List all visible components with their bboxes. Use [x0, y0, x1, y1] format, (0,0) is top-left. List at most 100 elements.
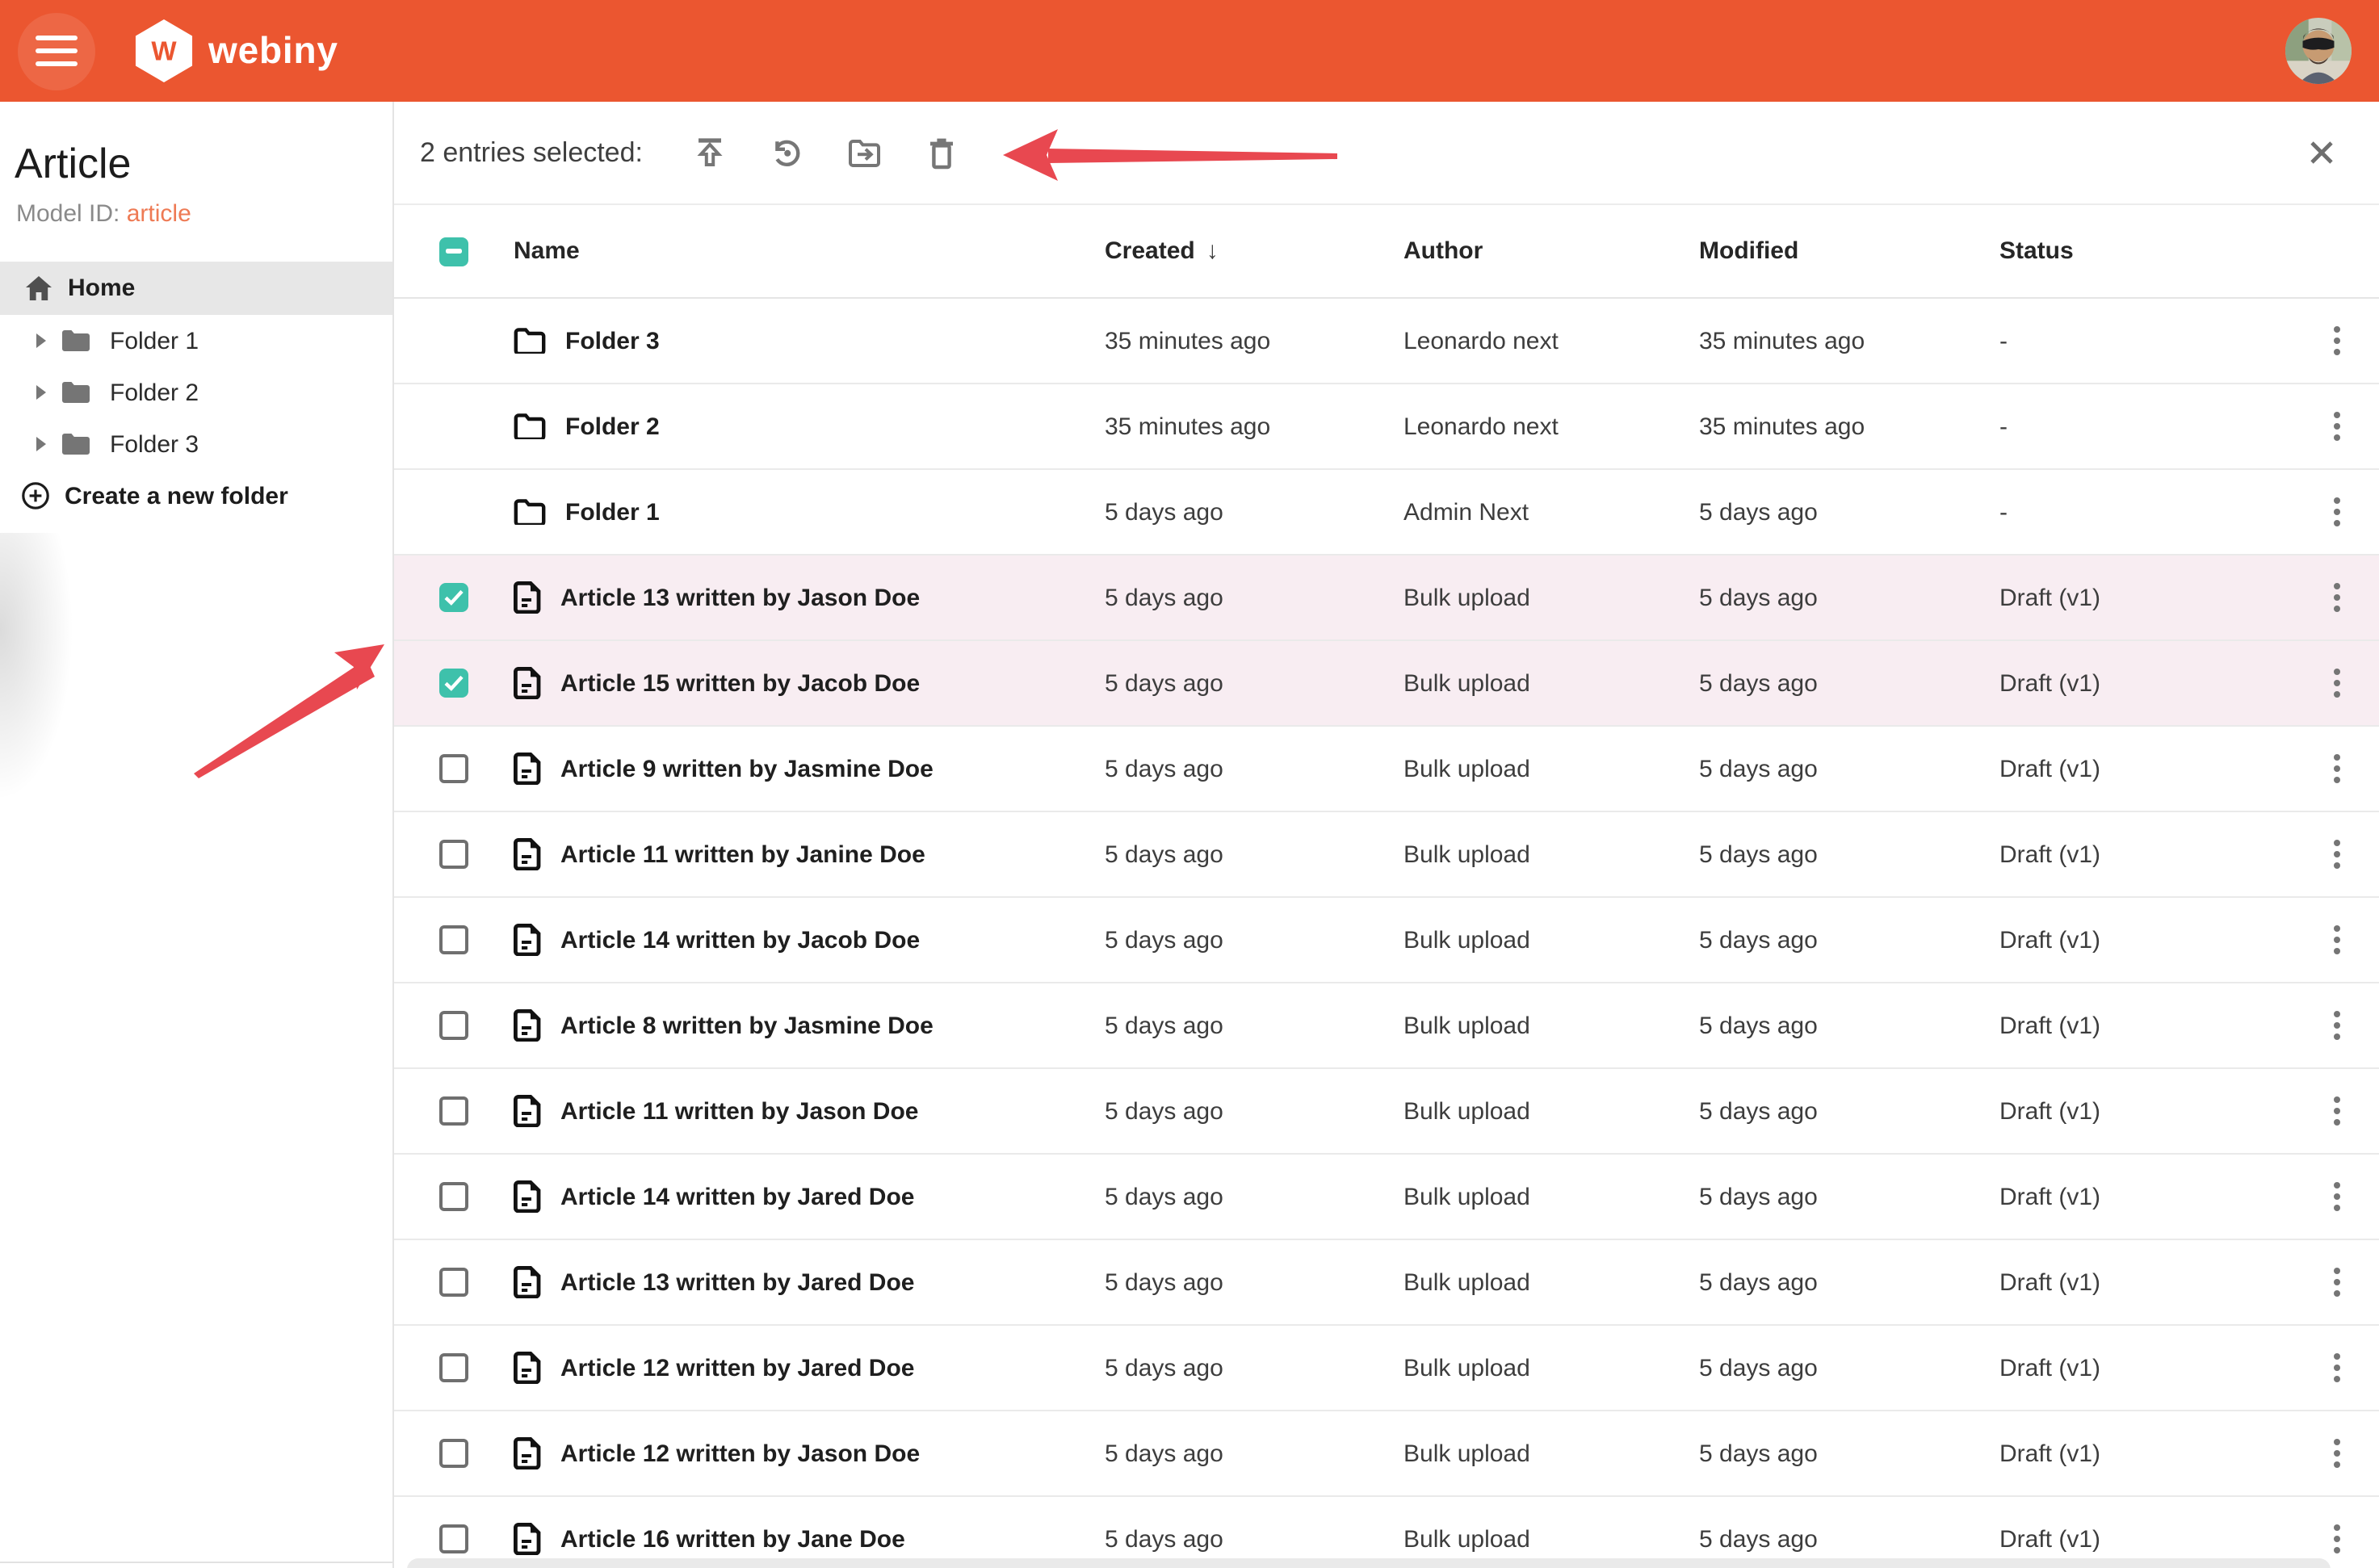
- created-cell: 35 minutes ago: [1105, 327, 1403, 354]
- table-row[interactable]: Folder 2 35 minutes ago Leonardo next 35…: [394, 384, 2379, 470]
- table-row[interactable]: Article 14 written by Jacob Doe 5 days a…: [394, 898, 2379, 983]
- model-id-value: article: [127, 200, 191, 228]
- entry-name: Article 16 written by Jane Doe: [560, 1525, 905, 1553]
- author-cell: Bulk upload: [1403, 755, 1699, 782]
- kebab-menu-icon[interactable]: [2312, 1001, 2360, 1050]
- kebab-menu-icon[interactable]: [2312, 1258, 2360, 1306]
- sidebar-folder-item[interactable]: Folder 3: [0, 418, 392, 470]
- document-icon: [514, 924, 541, 956]
- kebab-menu-icon[interactable]: [2312, 1172, 2360, 1221]
- table-row[interactable]: Article 11 written by Janine Doe 5 days …: [394, 812, 2379, 898]
- folder-label: Folder 1: [110, 327, 199, 354]
- row-checkbox[interactable]: [439, 1011, 468, 1040]
- table-row[interactable]: Article 12 written by Jared Doe 5 days a…: [394, 1326, 2379, 1411]
- kebab-menu-icon[interactable]: [2312, 488, 2360, 536]
- author-cell: Admin Next: [1403, 498, 1699, 526]
- close-selection-button[interactable]: [2297, 128, 2345, 176]
- indeterminate-icon: [446, 249, 462, 254]
- unpublish-button[interactable]: [762, 128, 812, 178]
- user-avatar[interactable]: [2285, 18, 2352, 84]
- author-cell: Bulk upload: [1403, 1525, 1699, 1553]
- kebab-menu-icon[interactable]: [2312, 402, 2360, 451]
- table-row[interactable]: Folder 3 35 minutes ago Leonardo next 35…: [394, 299, 2379, 384]
- kebab-menu-icon[interactable]: [2312, 916, 2360, 964]
- kebab-menu-icon[interactable]: [2312, 744, 2360, 793]
- row-checkbox[interactable]: [439, 840, 468, 869]
- table-row[interactable]: Article 16 written by Jane Doe 5 days ag…: [394, 1497, 2379, 1568]
- chevron-right-icon[interactable]: [36, 436, 48, 452]
- author-cell: Bulk upload: [1403, 1183, 1699, 1210]
- chevron-right-icon[interactable]: [36, 333, 48, 349]
- selection-count-text: 2 entries selected:: [420, 136, 643, 169]
- hamburger-menu-button[interactable]: [18, 12, 95, 90]
- move-to-folder-button[interactable]: [840, 128, 890, 178]
- row-checkbox[interactable]: [439, 669, 468, 698]
- kebab-menu-icon[interactable]: [2312, 1087, 2360, 1135]
- row-checkbox[interactable]: [439, 1268, 468, 1297]
- column-header-author[interactable]: Author: [1403, 237, 1699, 265]
- top-app-bar: W webiny: [0, 0, 2379, 102]
- row-checkbox[interactable]: [439, 1182, 468, 1211]
- row-checkbox[interactable]: [439, 1524, 468, 1553]
- modified-cell: 5 days ago: [1699, 1012, 1999, 1039]
- table-row[interactable]: Article 9 written by Jasmine Doe 5 days …: [394, 727, 2379, 812]
- close-icon: [2309, 140, 2333, 164]
- table-row[interactable]: Article 8 written by Jasmine Doe 5 days …: [394, 983, 2379, 1069]
- row-checkbox[interactable]: [439, 1439, 468, 1468]
- brand-wordmark: webiny: [208, 29, 338, 73]
- entry-name: Article 8 written by Jasmine Doe: [560, 1012, 934, 1039]
- svg-text:W: W: [151, 37, 177, 67]
- table-row[interactable]: Article 14 written by Jared Doe 5 days a…: [394, 1155, 2379, 1240]
- create-folder-button[interactable]: Create a new folder: [0, 481, 392, 510]
- kebab-menu-icon[interactable]: [2312, 1429, 2360, 1478]
- sidebar-folder-item[interactable]: Folder 2: [0, 367, 392, 418]
- sidebar-folder-item[interactable]: Folder 1: [0, 315, 392, 367]
- row-checkbox[interactable]: [439, 925, 468, 954]
- chevron-right-icon[interactable]: [36, 384, 48, 400]
- column-header-status[interactable]: Status: [1999, 237, 2290, 265]
- author-cell: Bulk upload: [1403, 926, 1699, 954]
- status-cell: Draft (v1): [1999, 1440, 2290, 1467]
- created-cell: 5 days ago: [1105, 1268, 1403, 1296]
- folder-label: Folder 3: [110, 430, 199, 458]
- publish-button[interactable]: [685, 128, 735, 178]
- kebab-menu-icon[interactable]: [2312, 573, 2360, 622]
- sidebar-item-home[interactable]: Home: [0, 262, 392, 315]
- folder-tree: Home Folder 1 Folder 2 Folder 3: [0, 262, 392, 470]
- table-row[interactable]: Article 13 written by Jared Doe 5 days a…: [394, 1240, 2379, 1326]
- select-all-checkbox[interactable]: [439, 237, 468, 266]
- document-icon: [514, 1180, 541, 1213]
- kebab-menu-icon[interactable]: [2312, 1515, 2360, 1563]
- row-checkbox[interactable]: [439, 1096, 468, 1126]
- kebab-menu-icon[interactable]: [2312, 317, 2360, 365]
- created-cell: 5 days ago: [1105, 926, 1403, 954]
- entry-name: Folder 2: [565, 413, 660, 440]
- delete-button[interactable]: [917, 128, 967, 178]
- row-checkbox[interactable]: [439, 1353, 468, 1382]
- entry-name: Article 11 written by Janine Doe: [560, 841, 925, 868]
- table-row[interactable]: Article 11 written by Jason Doe 5 days a…: [394, 1069, 2379, 1155]
- entry-name: Article 14 written by Jacob Doe: [560, 926, 920, 954]
- created-cell: 5 days ago: [1105, 669, 1403, 697]
- column-header-name[interactable]: Name: [514, 237, 1105, 265]
- kebab-menu-icon[interactable]: [2312, 659, 2360, 707]
- entries-panel: 2 entries selected:: [394, 102, 2379, 1568]
- document-icon: [514, 667, 541, 699]
- modified-cell: 5 days ago: [1699, 498, 1999, 526]
- author-cell: Bulk upload: [1403, 1268, 1699, 1296]
- row-checkbox[interactable]: [439, 754, 468, 783]
- column-header-modified[interactable]: Modified: [1699, 237, 1999, 265]
- column-header-created[interactable]: Created ↓: [1105, 237, 1403, 265]
- created-cell: 5 days ago: [1105, 1440, 1403, 1467]
- table-row[interactable]: Article 12 written by Jason Doe 5 days a…: [394, 1411, 2379, 1497]
- document-icon: [514, 581, 541, 614]
- table-row[interactable]: Article 13 written by Jason Doe 5 days a…: [394, 556, 2379, 641]
- row-checkbox[interactable]: [439, 583, 468, 612]
- table-row[interactable]: Folder 1 5 days ago Admin Next 5 days ag…: [394, 470, 2379, 556]
- table-row[interactable]: Article 15 written by Jacob Doe 5 days a…: [394, 641, 2379, 727]
- folder-tree-sidebar: Article Model ID: article Home Folder 1: [0, 102, 394, 1568]
- document-icon: [514, 1437, 541, 1469]
- kebab-menu-icon[interactable]: [2312, 830, 2360, 878]
- status-cell: Draft (v1): [1999, 755, 2290, 782]
- kebab-menu-icon[interactable]: [2312, 1344, 2360, 1392]
